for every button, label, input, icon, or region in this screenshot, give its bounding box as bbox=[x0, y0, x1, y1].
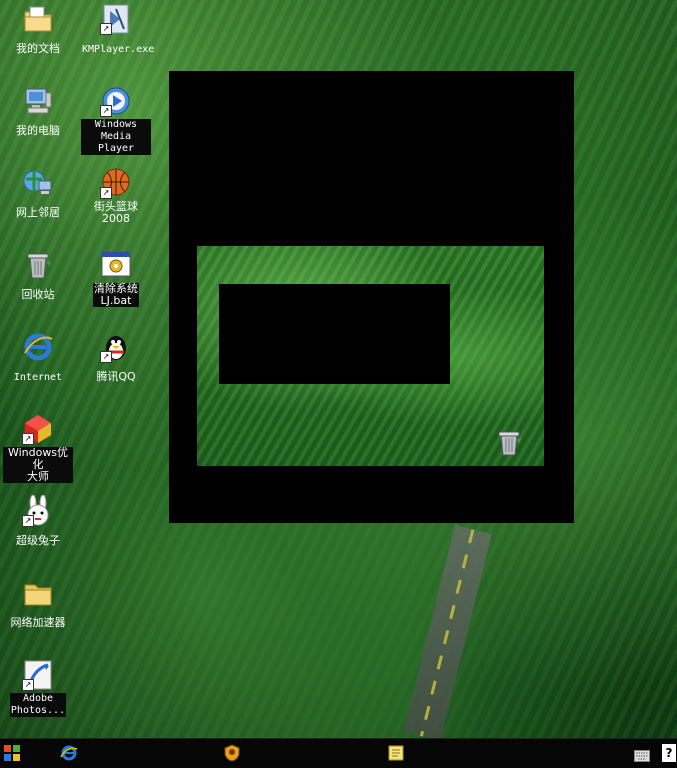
adobe-photoshop-icon: ↗ bbox=[22, 659, 54, 691]
shield-app-icon[interactable] bbox=[223, 744, 241, 762]
internet-explorer-icon[interactable] bbox=[60, 744, 78, 762]
kmplayer-icon: ↗ bbox=[100, 3, 132, 35]
desktop-icon-my-computer[interactable]: 我的电脑 bbox=[3, 85, 73, 138]
icon-label: Windows优化 大师 bbox=[3, 447, 73, 483]
basketball-icon: ↗ bbox=[100, 167, 132, 199]
icon-label: Adobe Photos... bbox=[9, 693, 67, 717]
icon-label: 网上邻居 bbox=[16, 206, 60, 219]
icon-label: 清除系统 LJ.bat bbox=[93, 282, 139, 307]
icon-label: Internet bbox=[13, 372, 63, 383]
folder-icon bbox=[22, 577, 54, 609]
desktop-icon-clean-batch[interactable]: 清除系统 LJ.bat bbox=[81, 249, 151, 308]
icon-label: Windows Media Player bbox=[81, 119, 151, 155]
desktop-icon-street-basketball[interactable]: ↗ 街头篮球2008 bbox=[81, 167, 151, 226]
desktop-icon-adobe-photoshop[interactable]: ↗ Adobe Photos... bbox=[3, 659, 73, 717]
desktop-icon-my-documents[interactable]: 我的文档 bbox=[3, 3, 73, 56]
network-places-icon bbox=[22, 167, 54, 199]
sticky-note-icon[interactable] bbox=[387, 744, 405, 762]
icon-label: 我的文档 bbox=[16, 42, 60, 55]
icon-label: KMPlayer.exe bbox=[82, 44, 155, 55]
desktop-icon-recycle-bin[interactable]: 回收站 bbox=[3, 249, 73, 302]
folder-documents-icon bbox=[22, 3, 54, 35]
icon-label: 我的电脑 bbox=[16, 124, 60, 137]
desktop-icon-tencent-qq[interactable]: ↗ 腾讯QQ bbox=[81, 331, 151, 384]
windows-start-icon[interactable] bbox=[3, 744, 21, 762]
icon-label: 腾讯QQ bbox=[96, 370, 136, 383]
desktop-icon-network-accelerator[interactable]: 网络加速器 bbox=[3, 577, 73, 630]
batch-file-icon bbox=[100, 249, 132, 281]
help-button[interactable]: ? bbox=[662, 744, 676, 762]
blank-inner-overlay bbox=[219, 284, 450, 384]
desktop-icon-network-places[interactable]: 网上邻居 bbox=[3, 167, 73, 220]
internet-explorer-icon bbox=[22, 331, 54, 363]
icon-label: 超级兔子 bbox=[16, 534, 60, 547]
wallpaper-road bbox=[403, 525, 492, 741]
qq-penguin-icon: ↗ bbox=[100, 331, 132, 363]
windows-media-player-icon: ↗ bbox=[100, 85, 132, 117]
desktop-icon-super-rabbit[interactable]: ↗ 超级兔子 bbox=[3, 494, 73, 548]
icon-label: 街头篮球2008 bbox=[94, 200, 138, 225]
desktop-icon-internet-explorer[interactable]: Internet bbox=[3, 331, 73, 384]
recycle-bin-icon bbox=[22, 249, 54, 281]
icon-label: 回收站 bbox=[21, 288, 55, 301]
desktop-icon-windows-media-player[interactable]: ↗ Windows Media Player bbox=[81, 85, 151, 155]
windows-optimizer-icon: ↗ bbox=[22, 413, 54, 445]
keyboard-icon[interactable] bbox=[634, 747, 650, 762]
my-computer-icon bbox=[22, 85, 54, 117]
desktop-icon-windows-optimizer[interactable]: ↗ Windows优化 大师 bbox=[3, 413, 73, 484]
taskbar: ? bbox=[0, 738, 677, 768]
recycle-bin-icon bbox=[495, 428, 523, 458]
super-rabbit-icon: ↗ bbox=[22, 494, 54, 527]
icon-label: 网络加速器 bbox=[10, 616, 66, 629]
desktop-icon-kmplayer[interactable]: ↗ KMPlayer.exe bbox=[81, 3, 154, 56]
